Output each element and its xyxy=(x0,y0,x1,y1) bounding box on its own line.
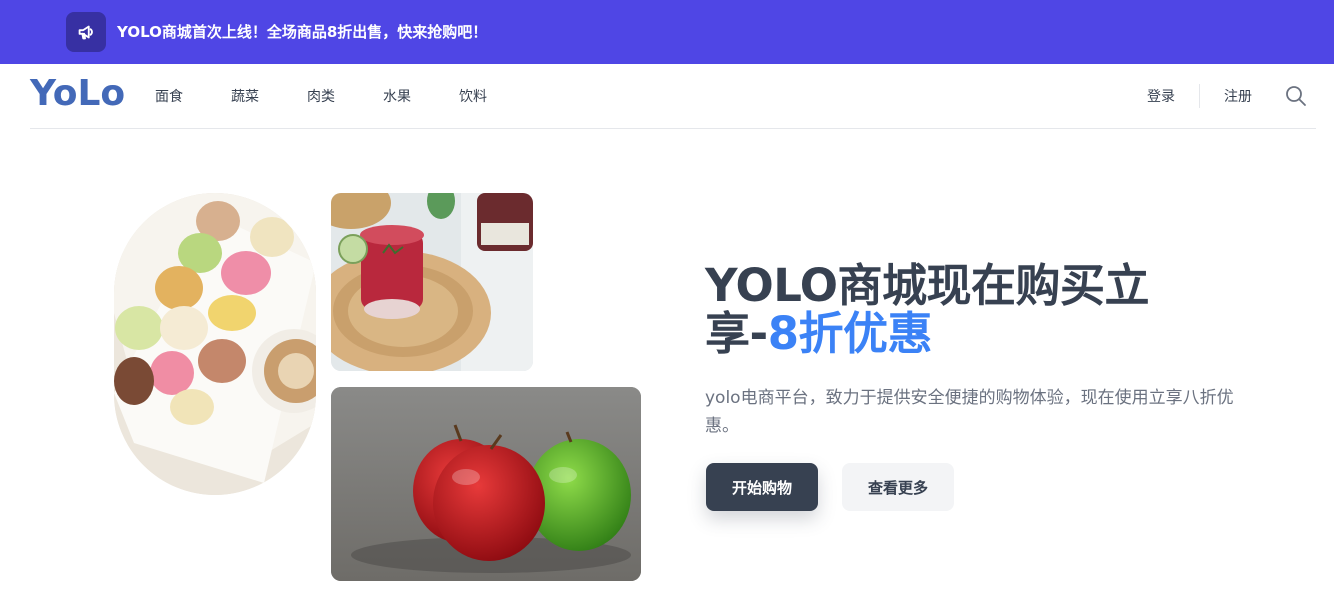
macarons-coffee-image xyxy=(114,193,316,495)
logo[interactable]: YoLo xyxy=(30,74,125,114)
red-drink-image xyxy=(331,193,533,371)
hero-title: YOLO商城现在购买立享-8折优惠 xyxy=(705,262,1185,358)
nav-divider xyxy=(1199,84,1200,108)
hero-description: yolo电商平台，致力于提供安全便捷的购物体验，现在使用立享八折优惠。 xyxy=(705,388,1234,436)
apples-image xyxy=(331,387,641,581)
nav-link-fruit[interactable]: 水果 xyxy=(383,88,411,106)
announcement-bar: YOLO商城首次上线！全场商品8折出售，快来抢购吧！ xyxy=(0,0,1334,64)
megaphone-icon xyxy=(66,12,106,52)
register-link[interactable]: 注册 xyxy=(1224,88,1252,106)
announcement-text: YOLO商城首次上线！全场商品8折出售，快来抢购吧！ xyxy=(117,23,488,41)
login-link[interactable]: 登录 xyxy=(1147,88,1175,106)
search-icon[interactable] xyxy=(1284,84,1308,108)
nav-link-noodles[interactable]: 面食 xyxy=(155,88,183,106)
top-nav: YoLo 面食 蔬菜 肉类 水果 饮料 登录 注册 xyxy=(30,64,1316,129)
start-shopping-button[interactable]: 开始购物 xyxy=(706,463,818,511)
nav-link-vegetables[interactable]: 蔬菜 xyxy=(231,88,259,106)
hero-title-accent: 8折优惠 xyxy=(767,307,933,360)
view-more-button[interactable]: 查看更多 xyxy=(842,463,954,511)
nav-link-drinks[interactable]: 饮料 xyxy=(459,88,487,106)
nav-link-meat[interactable]: 肉类 xyxy=(307,88,335,106)
